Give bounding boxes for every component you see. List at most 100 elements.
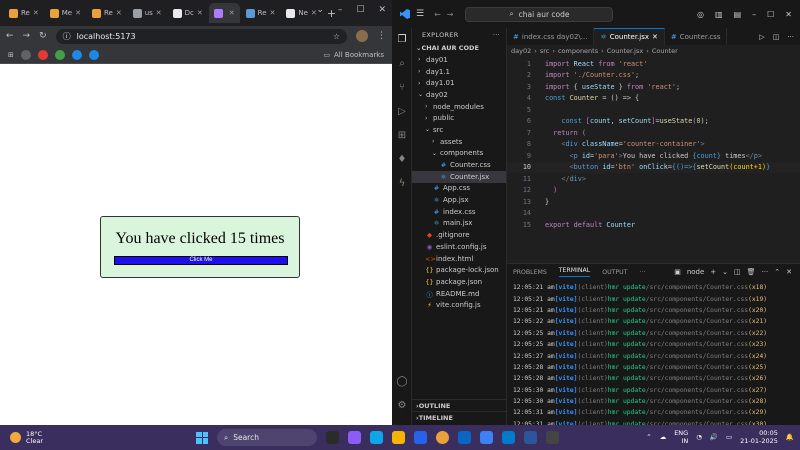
taskbar-search[interactable]: ⌕ Search [217,429,317,446]
copilot-icon[interactable] [348,431,361,444]
close-icon[interactable]: ✕ [785,10,792,19]
run-debug-icon[interactable]: ▷ [396,106,408,118]
telegram-icon[interactable] [480,431,493,444]
minimize-icon[interactable]: – [752,10,756,19]
editor-tab[interactable]: # index.css day02\... [507,28,595,45]
file-explorer-icon[interactable] [392,431,405,444]
tree-item[interactable]: › public [412,112,506,124]
all-bookmarks[interactable]: ▭ All Bookmarks [323,51,384,59]
windows-start-icon[interactable] [196,431,208,444]
tree-item[interactable]: › assets [412,136,506,148]
trash-icon[interactable]: 🗑 [747,268,756,276]
tree-item[interactable]: › day1.1 [412,66,506,78]
store-icon[interactable] [414,431,427,444]
tab-output[interactable]: OUTPUT [602,269,627,276]
chevron-up-icon[interactable]: ⌃ [646,433,651,441]
linkedin-icon[interactable] [458,431,471,444]
tree-item[interactable]: ◆ .gitignore [412,229,506,241]
close-icon[interactable]: ✕ [378,5,386,15]
search-icon[interactable]: ⌕ [396,58,408,70]
bookmark-youtube-icon[interactable] [37,49,48,60]
copilot-icon[interactable]: ◎ [697,10,704,19]
edge-icon[interactable] [370,431,383,444]
lightning-icon[interactable]: ϟ [396,178,408,190]
toggle-sidebar-icon[interactable]: ▥ [715,10,723,19]
cloud-icon[interactable]: ☁ [660,433,667,441]
tree-item[interactable]: ⚛ main.jsx [412,218,506,230]
bookmark-star-icon[interactable]: ☆ [333,32,340,41]
reload-icon[interactable]: ↻ [39,31,47,41]
tree-item[interactable]: # App.css [412,183,506,195]
breadcrumb-item[interactable]: src [540,47,550,55]
chrome-icon[interactable] [436,431,449,444]
chevron-up-icon[interactable]: ⌃ [774,268,780,276]
source-control-icon[interactable]: ⑂ [396,82,408,94]
run-icon[interactable]: ▷ [759,33,764,41]
bookmark-maps-icon[interactable] [54,49,65,60]
new-terminal-icon[interactable]: + [710,268,716,276]
split-terminal-icon[interactable]: ◫ [734,268,741,276]
browser-tab[interactable]: Re ✕ [4,3,44,23]
word-icon[interactable] [524,431,537,444]
extensions-icon[interactable]: ⊞ [396,130,408,142]
mongodb-leaf-icon[interactable]: ♦ [396,154,408,166]
breadcrumb-item[interactable]: components [558,47,598,55]
browser-tab[interactable]: us ✕ [128,3,167,23]
browser-tab[interactable]: Re ✕ [87,3,127,23]
tree-item[interactable]: ⓘ README.md [412,288,506,300]
settings-icon[interactable] [546,431,559,444]
tree-item[interactable]: › node_modules [412,101,506,113]
tree-item[interactable]: ⚛ Counter.jsx [412,170,506,183]
back-icon[interactable]: ← [6,31,14,41]
chevron-down-icon[interactable]: ⌄ [722,268,728,276]
nav-forward-icon[interactable]: → [447,10,454,19]
weather-widget[interactable]: 18°C Clear [0,430,43,445]
vscode-taskbar-icon[interactable] [502,431,515,444]
explorer-files-icon[interactable]: ❐ [396,34,408,46]
more-actions-icon[interactable]: ··· [762,268,769,276]
toggle-panel-icon[interactable]: ▤ [734,10,742,19]
bookmark-c2-icon[interactable] [88,49,99,60]
tab-close-icon[interactable]: ✕ [33,9,39,17]
click-me-button[interactable]: Click Me [114,256,288,265]
account-icon[interactable]: ◯ [396,376,408,388]
tree-item[interactable]: › day1.01 [412,77,506,89]
maximize-icon[interactable]: ☐ [356,5,364,15]
tree-item[interactable]: {} package.json [412,276,506,288]
breadcrumb-item[interactable]: Counter.jsx [607,47,643,55]
editor-tab[interactable]: # Counter.css [665,28,728,45]
workspace-root[interactable]: ⌄ CHAI AUR CODE [412,42,506,54]
code-lines[interactable]: 1 import React from 'react' 2 import './Cou… [507,58,800,231]
nav-back-icon[interactable]: ← [434,10,441,19]
wifi-icon[interactable]: ◔ [696,433,702,441]
more-actions-icon[interactable]: ··· [493,31,506,39]
task-view-icon[interactable] [326,431,339,444]
tree-item[interactable]: ⌄ src [412,124,506,136]
tree-item[interactable]: # index.css [412,206,506,218]
profile-avatar[interactable] [356,30,368,42]
split-editor-icon[interactable]: ◫ [773,33,780,41]
tree-item[interactable]: ⌄ components [412,148,506,160]
browser-tab[interactable]: Dc ✕ [168,3,208,23]
tab-problems[interactable]: PROBLEMS [513,269,547,276]
forward-icon[interactable]: → [23,31,31,41]
browser-tab[interactable]: Me ✕ [45,3,86,23]
menu-kebab-icon[interactable]: ⋮ [377,31,386,41]
tab-more[interactable]: ··· [639,269,645,276]
volume-icon[interactable]: 🔊 [710,433,718,441]
tab-close-icon[interactable]: ✕ [270,9,276,17]
tab-close-icon[interactable]: ✕ [197,9,203,17]
minimize-icon[interactable]: – [338,5,343,15]
tree-item[interactable]: ⚛ App.jsx [412,194,506,206]
terminal-label[interactable]: node [687,268,704,276]
more-actions-icon[interactable]: ··· [787,33,794,41]
apps-grid-icon[interactable]: ⊞ [8,51,14,59]
battery-icon[interactable]: ▭ [726,433,732,441]
tab-terminal[interactable]: TERMINAL [558,267,591,277]
editor-tab[interactable]: ⚛ Counter.jsx ✕ [594,28,665,45]
site-info-icon[interactable]: ⓘ [63,31,71,42]
breadcrumb-item[interactable]: day02 [511,47,531,55]
tree-item[interactable]: # Counter.css [412,159,506,171]
tab-close-icon[interactable]: ✕ [75,9,81,17]
command-center-search[interactable]: ⌕ chai aur code [465,6,614,22]
